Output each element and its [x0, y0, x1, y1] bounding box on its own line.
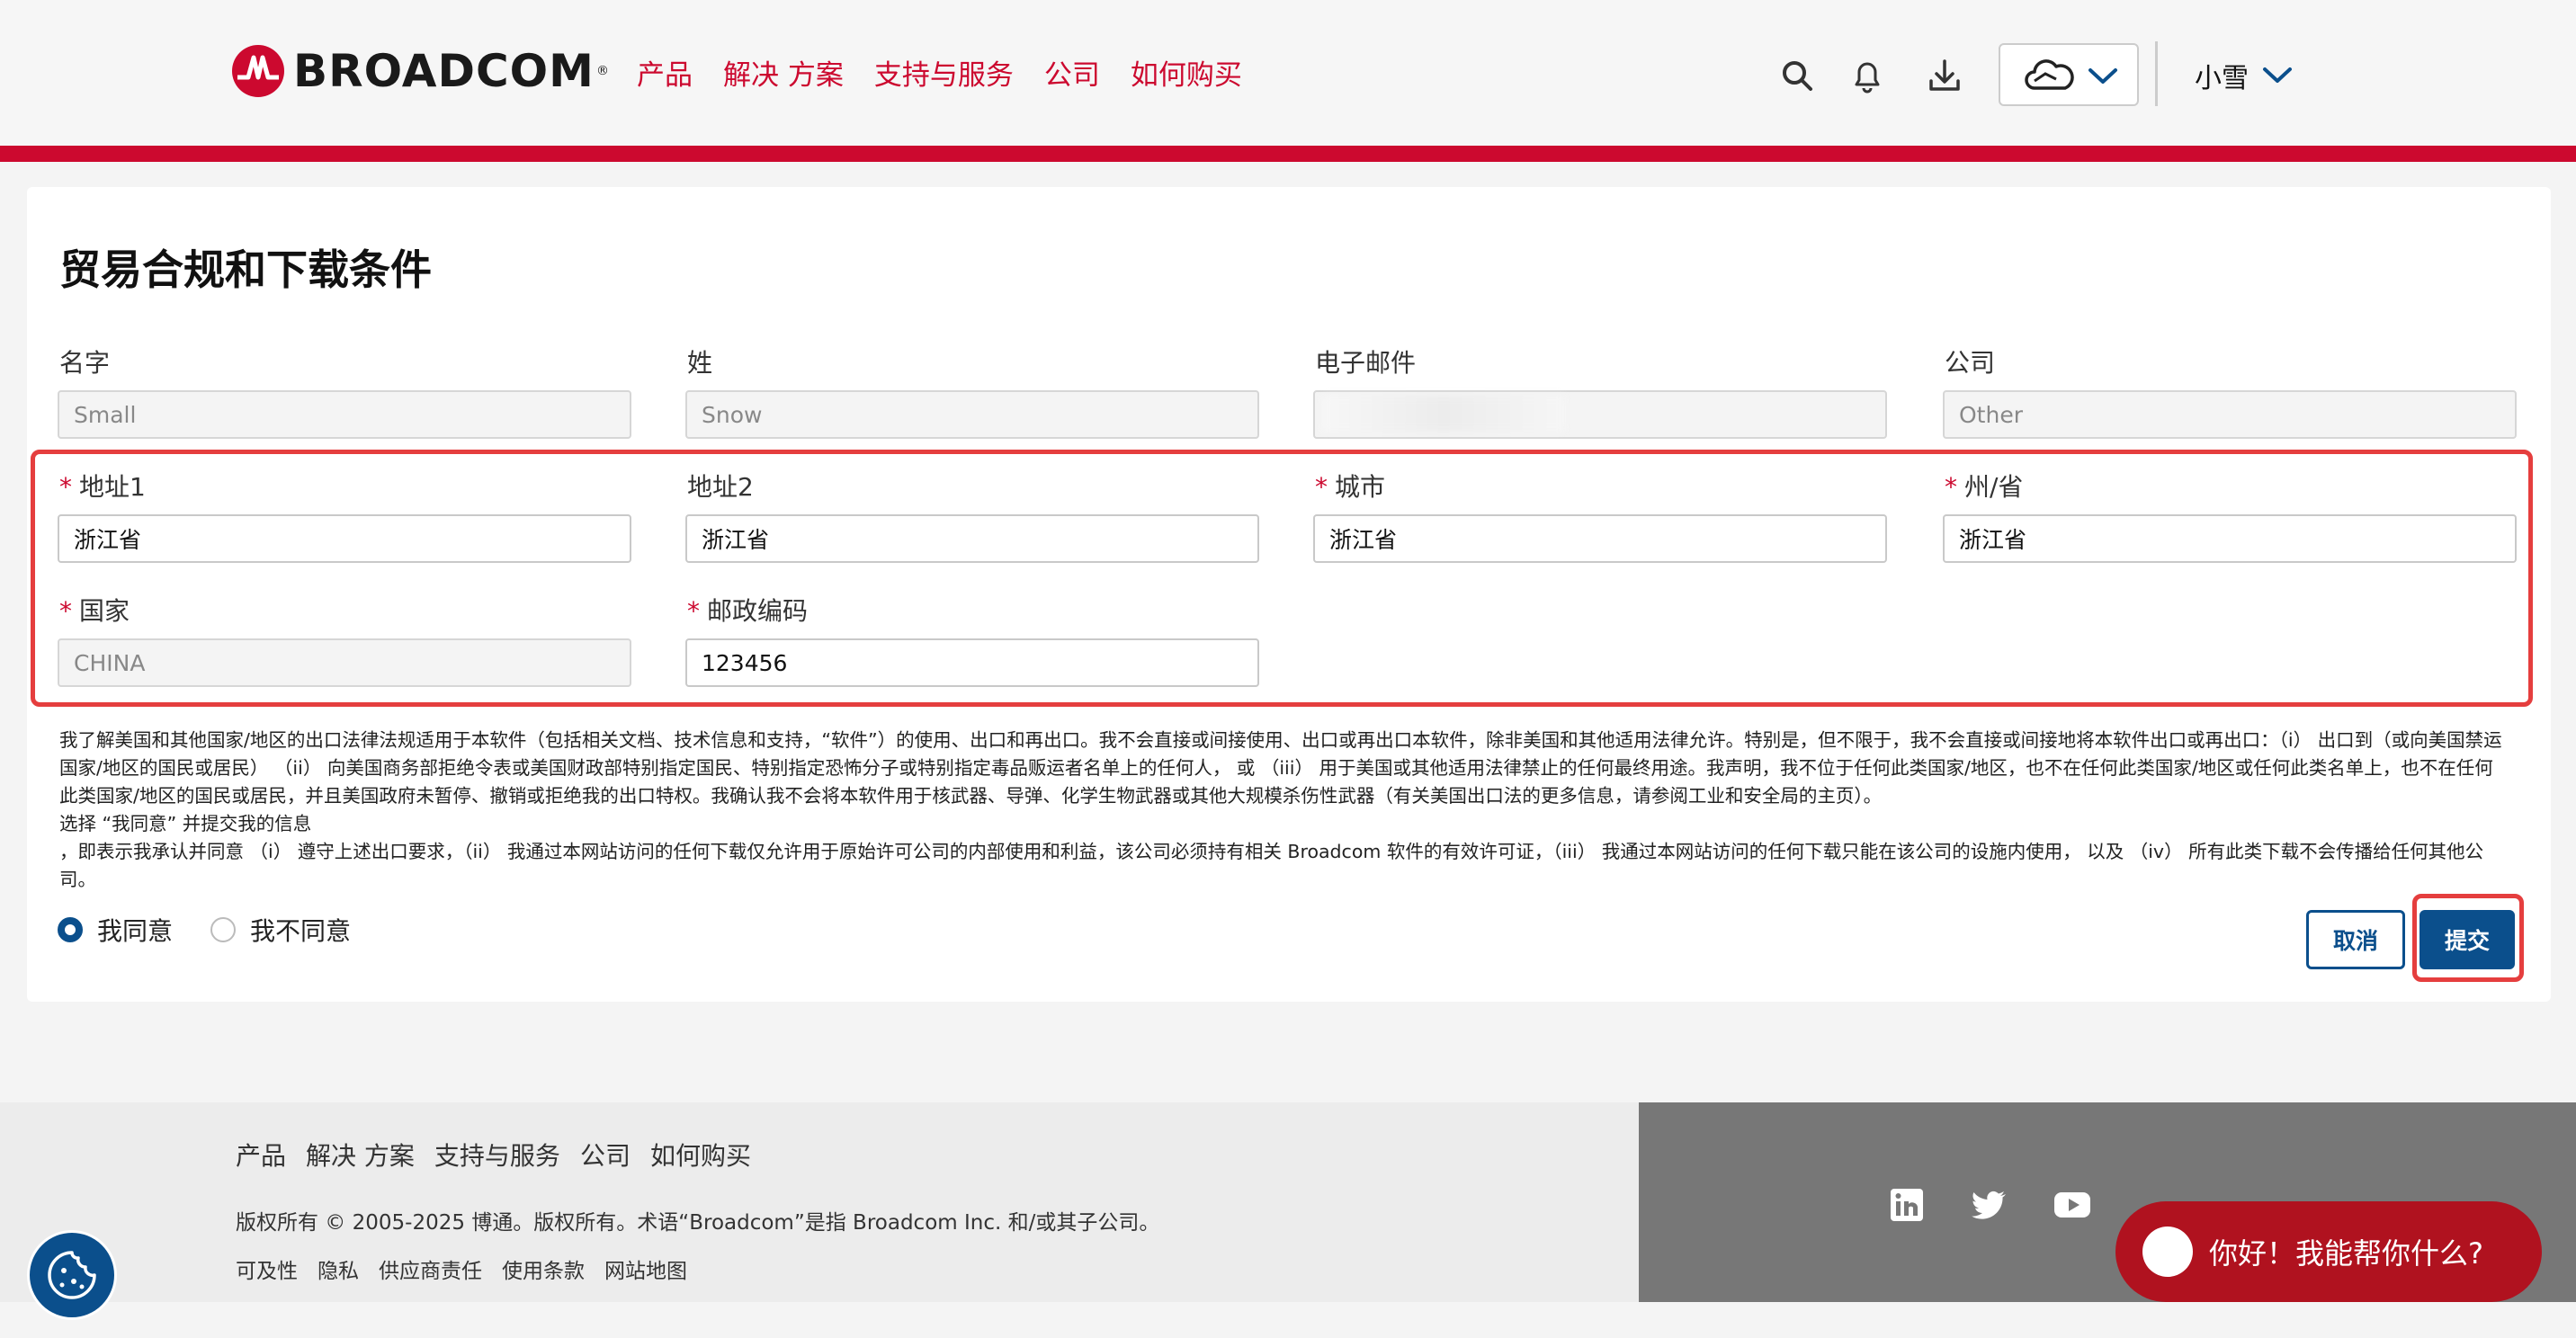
- footer-link-supplier-responsibility[interactable]: 供应商责任: [379, 1253, 482, 1284]
- nav-solutions[interactable]: 解决 方案: [723, 52, 844, 93]
- email-redaction: [1322, 396, 1565, 432]
- broadcom-logo-icon: [232, 45, 284, 97]
- first-name-label: 名字: [59, 348, 111, 378]
- bell-icon[interactable]: [1847, 56, 1887, 95]
- first-name-field[interactable]: [58, 390, 631, 439]
- youtube-icon[interactable]: [2053, 1185, 2092, 1225]
- footer-link-accessibility[interactable]: 可及性: [236, 1253, 298, 1284]
- footer-nav-support[interactable]: 支持与服务: [434, 1137, 560, 1173]
- agree-radio[interactable]: [58, 917, 83, 942]
- terms-paragraph-1: 我了解美国和其他国家/地区的出口法律法规适用于本软件（包括相关文档、技术信息和支…: [59, 729, 2502, 807]
- nav-products[interactable]: 产品: [637, 52, 693, 93]
- terms-paragraph-2: 选择 “我同意” 并提交我的信息: [59, 813, 312, 834]
- footer-link-terms-of-use[interactable]: 使用条款: [502, 1253, 585, 1284]
- chat-widget-button[interactable]: 你好！我能帮你什么?: [2115, 1201, 2542, 1302]
- linkedin-icon[interactable]: [1887, 1185, 1927, 1225]
- terms-text: 我了解美国和其他国家/地区的出口法律法规适用于本软件（包括相关文档、技术信息和支…: [59, 727, 2506, 894]
- header-divider: [2155, 41, 2158, 106]
- cancel-button[interactable]: 取消: [2306, 910, 2405, 969]
- nav-support[interactable]: 支持与服务: [874, 52, 1014, 93]
- cookie-settings-button[interactable]: [27, 1230, 117, 1320]
- main-nav: 产品 解决 方案 支持与服务 公司 如何购买: [637, 52, 1273, 93]
- email-label: 电子邮件: [1315, 348, 1417, 378]
- consent-radio-group: 我同意 我不同意: [58, 912, 351, 948]
- footer-links: 可及性 隐私 供应商责任 使用条款 网站地图: [236, 1253, 707, 1284]
- last-name-field[interactable]: [685, 390, 1259, 439]
- submit-button-highlight: [2412, 894, 2524, 982]
- disagree-label[interactable]: 我不同意: [250, 912, 351, 948]
- logo-registered-mark: ®: [595, 64, 609, 78]
- footer-nav-company[interactable]: 公司: [580, 1137, 631, 1173]
- cloud-switcher-button[interactable]: [1999, 43, 2139, 106]
- footer-nav: 产品 解决 方案 支持与服务 公司 如何购买: [236, 1137, 771, 1173]
- company-field[interactable]: [1943, 390, 2517, 439]
- address-section-highlight: [31, 450, 2533, 707]
- footer-link-privacy[interactable]: 隐私: [318, 1253, 359, 1284]
- chat-bubble-icon: [2142, 1226, 2193, 1277]
- cloud-icon: [2025, 59, 2074, 90]
- chevron-down-icon: [2089, 68, 2117, 84]
- chevron-down-icon: [2263, 67, 2292, 83]
- page-title: 贸易合规和下载条件: [59, 245, 432, 294]
- company-label: 公司: [1945, 348, 1996, 378]
- twitter-icon[interactable]: [1970, 1185, 2009, 1225]
- footer-link-sitemap[interactable]: 网站地图: [604, 1253, 687, 1284]
- footer-nav-products[interactable]: 产品: [236, 1137, 286, 1173]
- last-name-label: 姓: [687, 348, 713, 378]
- header-accent-bar: [0, 146, 2576, 162]
- footer-nav-how-to-buy[interactable]: 如何购买: [650, 1137, 751, 1173]
- logo-text: BROADCOM: [293, 45, 595, 97]
- nav-how-to-buy[interactable]: 如何购买: [1131, 52, 1242, 93]
- chat-text: 你好！我能帮你什么?: [2209, 1236, 2483, 1271]
- disagree-radio[interactable]: [210, 917, 237, 942]
- agree-label[interactable]: 我同意: [97, 912, 173, 948]
- download-icon[interactable]: [1925, 56, 1964, 95]
- user-name: 小雪: [2195, 63, 2249, 94]
- nav-company[interactable]: 公司: [1044, 52, 1100, 93]
- footer-nav-solutions[interactable]: 解决 方案: [306, 1137, 415, 1173]
- terms-paragraph-3: ，即表示我承认并同意 （i） 遵守上述出口要求，（ii） 我通过本网站访问的任何…: [59, 841, 2484, 890]
- user-menu[interactable]: 小雪: [2195, 56, 2294, 95]
- broadcom-logo[interactable]: BROADCOM ®: [232, 45, 609, 97]
- cookie-icon: [48, 1251, 96, 1299]
- footer-copyright: 版权所有 © 2005-2025 博通。版权所有。术语“Broadcom”是指 …: [236, 1211, 1160, 1235]
- search-icon[interactable]: [1777, 56, 1817, 95]
